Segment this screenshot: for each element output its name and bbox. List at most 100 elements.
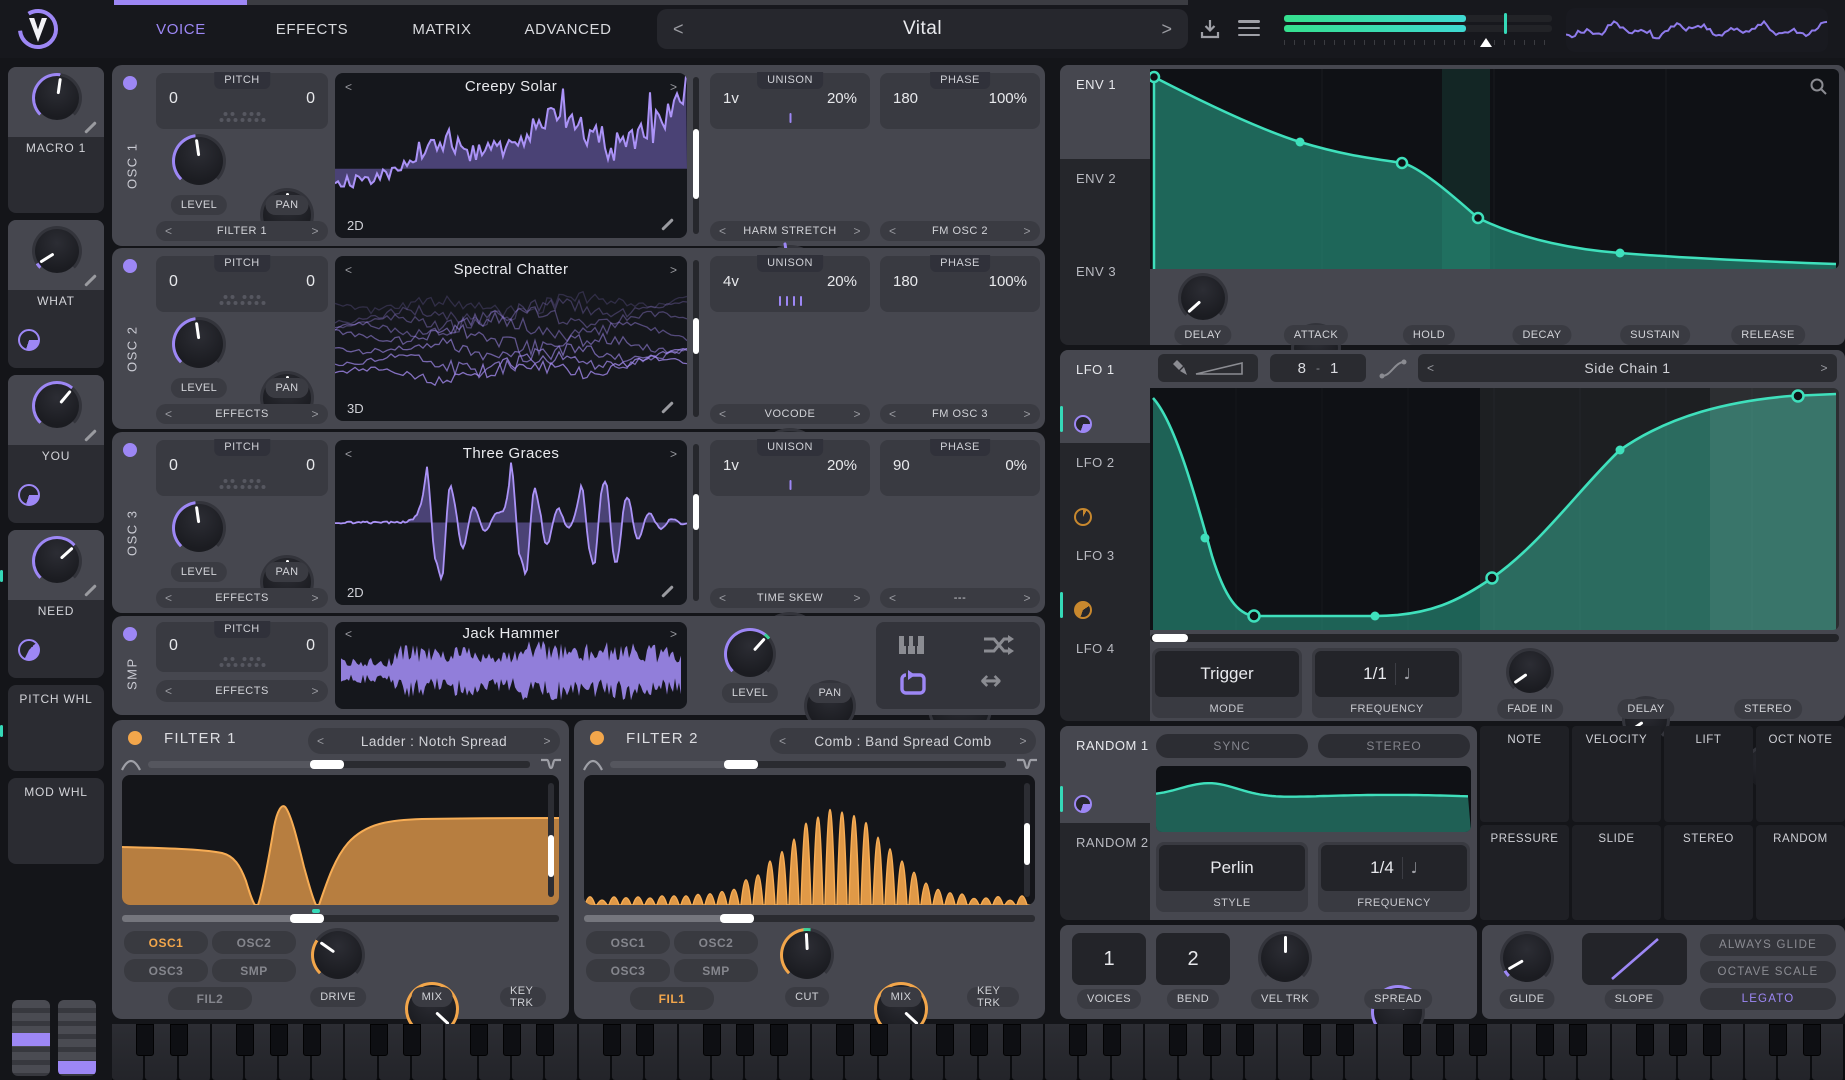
filter2-input-osc3[interactable]: OSC3 [586, 959, 670, 982]
filter1-drive-knob[interactable] [311, 928, 365, 982]
osc2-view-mode[interactable]: 3D [347, 401, 364, 416]
osc1-wavetable-display[interactable]: <Creepy Solar> 2D [335, 73, 687, 238]
osc3-morph2-selector[interactable]: <---> [880, 588, 1040, 608]
osc3-frame-slider[interactable] [693, 444, 699, 601]
source-pressure[interactable]: PRESSURE [1480, 825, 1569, 921]
osc1-view-mode[interactable]: 2D [347, 218, 364, 233]
bounce-icon[interactable]: ↔ [980, 666, 1002, 696]
osc2-phase-rand[interactable]: 100% [989, 273, 1027, 290]
osc2-morph2-selector[interactable]: <FM OSC 3> [880, 404, 1040, 424]
piano-key-black[interactable] [470, 1024, 488, 1056]
filter2-cutoff-slider[interactable] [584, 915, 1035, 922]
macro-you-drop-area[interactable] [8, 466, 104, 514]
macro-need-knob[interactable] [32, 536, 82, 586]
filter2-cutoff-knob[interactable] [780, 928, 834, 982]
lfo-phase-handle[interactable] [1152, 634, 1188, 642]
osc1-unison-box[interactable]: UNISON 1v 20% [710, 73, 870, 129]
always-glide-toggle[interactable]: ALWAYS GLIDE [1700, 934, 1836, 956]
osc3-tune[interactable]: 0 [306, 457, 315, 475]
slope-display[interactable] [1582, 933, 1687, 985]
osc3-morph1-selector[interactable]: <TIME SKEW> [710, 588, 870, 608]
oscilloscope-display[interactable] [1566, 8, 1828, 52]
filter1-power-button[interactable] [128, 731, 142, 745]
legato-toggle[interactable]: LEGATO [1700, 988, 1836, 1010]
osc3-pitch-box[interactable]: PITCH 0 0 [156, 440, 328, 496]
osc1-tune[interactable]: 0 [306, 90, 315, 108]
macro-need-drop-area[interactable] [8, 621, 104, 669]
piano-key-black[interactable] [1103, 1024, 1121, 1056]
env1-delay-knob[interactable] [1178, 273, 1228, 323]
random-frequency-cell[interactable]: 1/4♩ FREQUENCY [1318, 842, 1470, 912]
edit-pencil-icon[interactable] [84, 274, 97, 287]
filter2-model-selector[interactable]: <Comb : Band Spread Comb> [770, 728, 1036, 754]
piano-key-black[interactable] [370, 1024, 388, 1056]
preset-next-icon[interactable]: > [1161, 19, 1172, 40]
macro-you-knob[interactable] [32, 381, 82, 431]
tab-lfo3[interactable]: LFO 3 [1060, 536, 1150, 629]
random-style-value[interactable]: Perlin [1210, 858, 1253, 878]
octave-scale-toggle[interactable]: OCTAVE SCALE [1700, 961, 1836, 983]
mod-wheel[interactable] [58, 1000, 96, 1076]
piano-key-black[interactable] [1303, 1024, 1321, 1056]
pitch-wheel-source[interactable]: PITCH WHL [8, 685, 104, 771]
filter1-blend-slider[interactable] [548, 783, 554, 897]
smp-sample-display[interactable]: <Jack Hammer> [335, 622, 687, 709]
piano-key-black[interactable] [603, 1024, 621, 1056]
source-oct-note[interactable]: OCT NOTE [1756, 726, 1845, 822]
piano-key-black[interactable] [1069, 1024, 1087, 1056]
lfo-mode-value[interactable]: Trigger [1200, 664, 1253, 684]
piano-key-black[interactable] [1336, 1024, 1354, 1056]
tab-advanced[interactable]: ADVANCED [508, 14, 628, 44]
osc1-wavetable-name[interactable]: Creepy Solar [465, 78, 557, 95]
piano-key-black[interactable] [1169, 1024, 1187, 1056]
smp-tune[interactable]: 0 [306, 637, 315, 655]
osc1-morph1-selector[interactable]: <HARM STRETCH> [710, 221, 870, 241]
filter1-input-osc3[interactable]: OSC3 [124, 959, 208, 982]
tab-env1[interactable]: ENV 1 [1060, 65, 1150, 159]
osc2-morph1-selector[interactable]: <VOCODE> [710, 404, 870, 424]
osc1-level-knob[interactable] [172, 134, 226, 188]
source-velocity[interactable]: VELOCITY [1572, 726, 1661, 822]
piano-key-black[interactable] [1769, 1024, 1787, 1056]
random-style-cell[interactable]: Perlin STYLE [1156, 842, 1308, 912]
save-icon[interactable] [1198, 17, 1222, 41]
source-random[interactable]: RANDOM [1756, 825, 1845, 921]
osc3-unison-voices[interactable]: 1v [723, 457, 739, 474]
piano-key-black[interactable] [836, 1024, 854, 1056]
grid-y-value[interactable]: 1 [1330, 360, 1338, 377]
random-display[interactable] [1156, 766, 1471, 832]
osc2-wavetable-name[interactable]: Spectral Chatter [454, 261, 569, 278]
random-phase-icon[interactable] [982, 632, 1014, 658]
edit-pencil-icon[interactable] [84, 584, 97, 597]
piano-key-black[interactable] [236, 1024, 254, 1056]
osc2-routing-selector[interactable]: <EFFECTS> [156, 404, 328, 424]
osc2-frame-slider[interactable] [693, 260, 699, 417]
vel-track-knob[interactable] [1258, 931, 1312, 985]
glide-knob[interactable] [1500, 931, 1554, 985]
bend-value[interactable]: 2 [1156, 933, 1230, 985]
loop-icon[interactable] [898, 670, 928, 698]
tab-lfo2[interactable]: LFO 2 [1060, 443, 1150, 536]
piano-key-black[interactable] [403, 1024, 421, 1056]
osc2-tune[interactable]: 0 [306, 273, 315, 291]
lfo-frequency-cell[interactable]: 1/1♩ FREQUENCY [1312, 648, 1462, 718]
piano-key-black[interactable] [1003, 1024, 1021, 1056]
tab-env3[interactable]: ENV 3 [1060, 252, 1150, 345]
osc1-transpose[interactable]: 0 [169, 90, 178, 108]
osc2-wavetable-display[interactable]: <Spectral Chatter> 3D [335, 256, 687, 421]
tab-env2[interactable]: ENV 2 [1060, 159, 1150, 252]
macro1-drop-area[interactable] [8, 158, 104, 204]
lfo-frequency-value[interactable]: 1/1 [1363, 664, 1387, 684]
piano-key-black[interactable] [1536, 1024, 1554, 1056]
piano-key-black[interactable] [503, 1024, 521, 1056]
random-frequency-value[interactable]: 1/4 [1370, 858, 1394, 878]
lfo-phase-slider[interactable] [1150, 634, 1839, 642]
filter2-response-display[interactable] [584, 775, 1035, 905]
tempo-sync-icon[interactable]: ♩ [1411, 859, 1418, 877]
macro1-knob[interactable] [32, 73, 82, 123]
filter1-cutoff-slider[interactable] [122, 915, 559, 922]
piano-key-black[interactable] [736, 1024, 754, 1056]
filter1-input-osc2[interactable]: OSC2 [212, 931, 296, 954]
osc3-transpose[interactable]: 0 [169, 457, 178, 475]
piano-key-black[interactable] [636, 1024, 654, 1056]
